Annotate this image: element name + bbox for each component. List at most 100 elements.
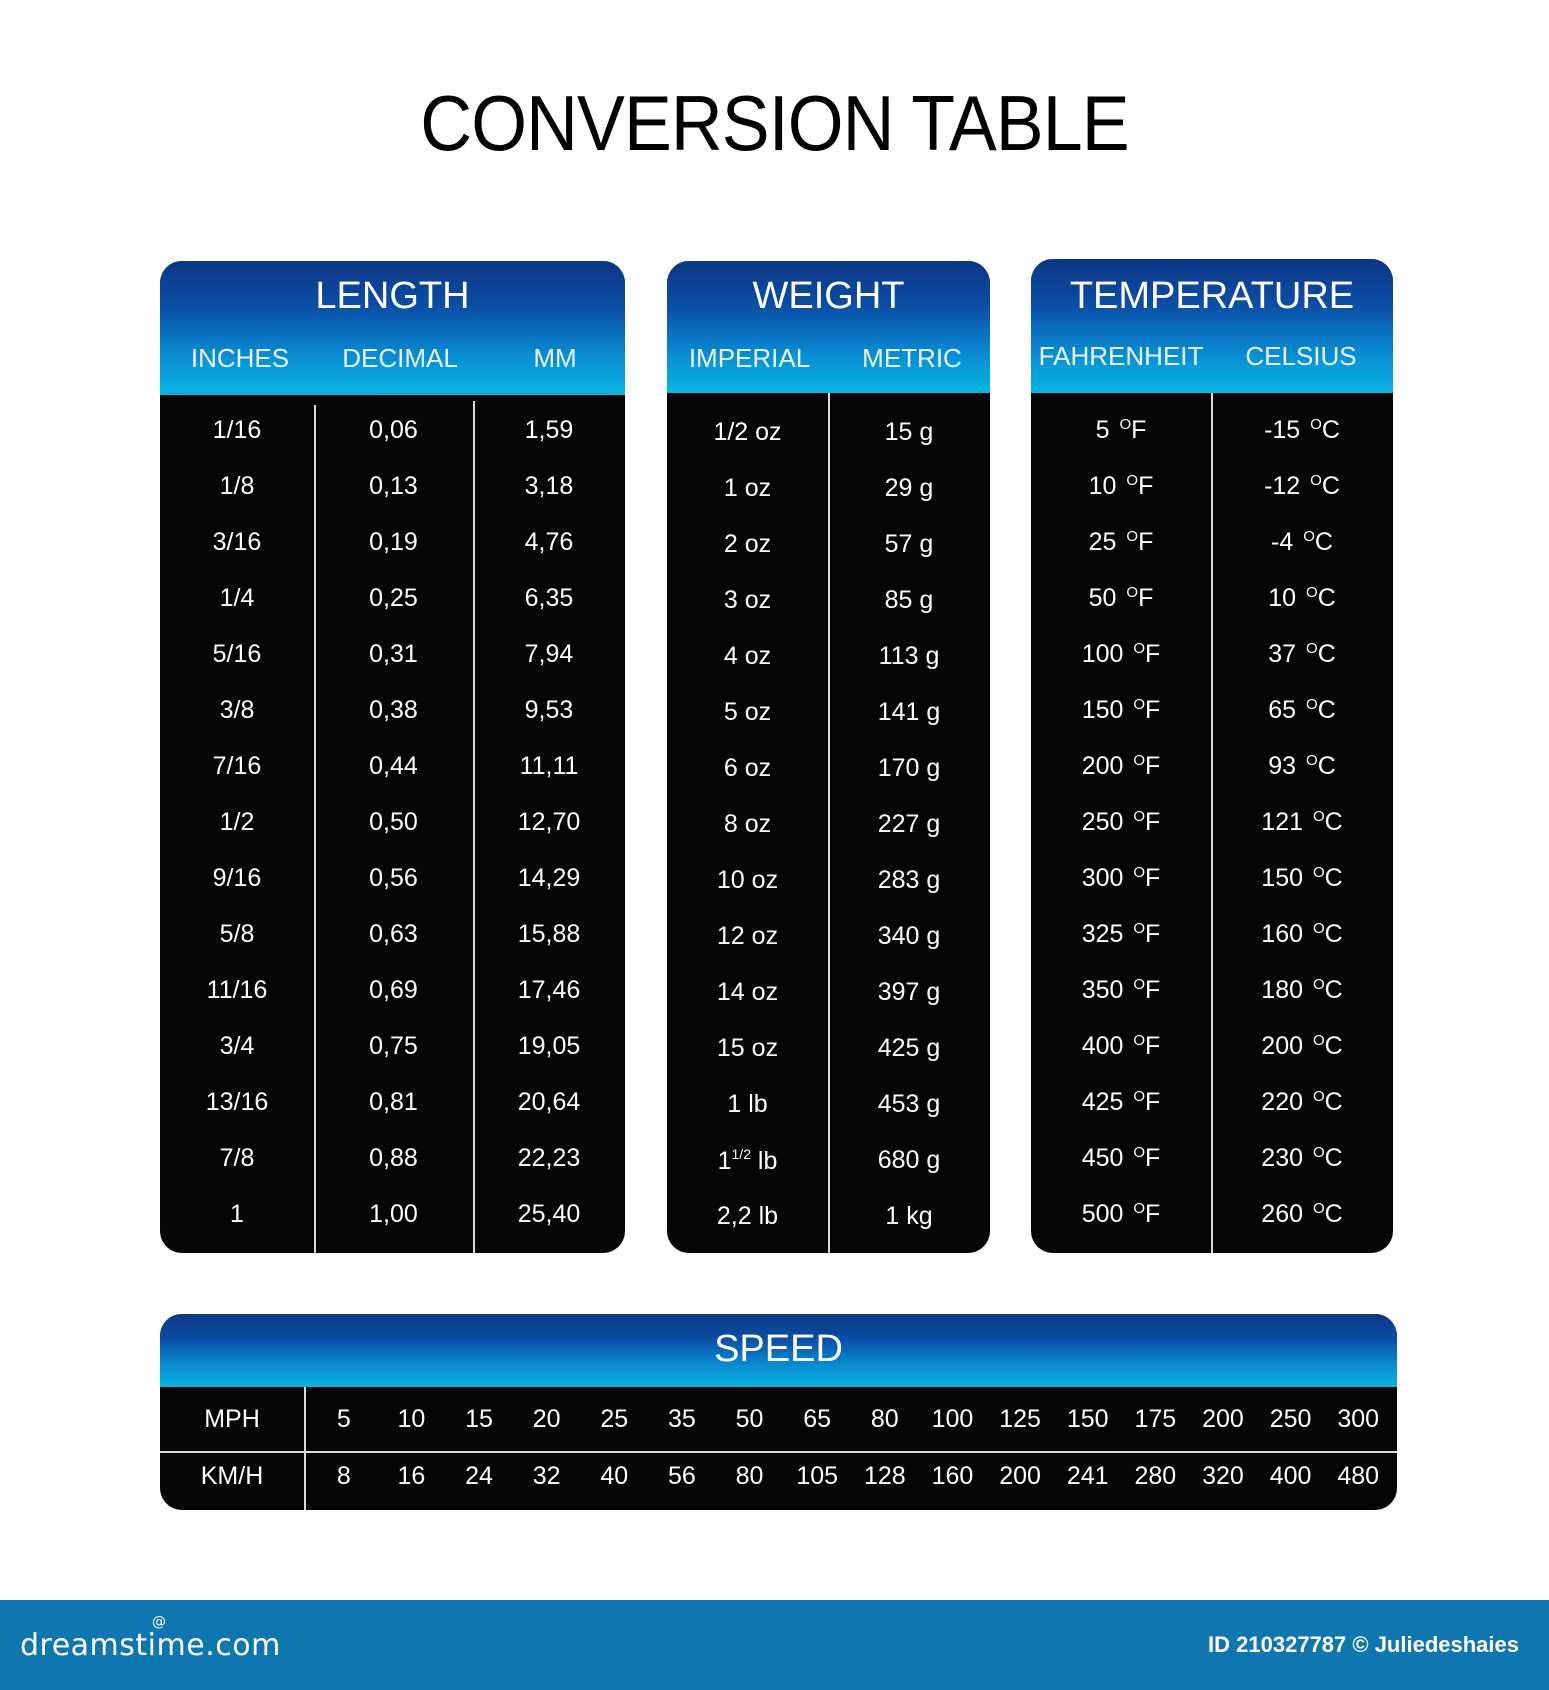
temp-fahrenheit-cell: 325 OF (1081, 920, 1161, 948)
weight-metric-cell: 283 g (877, 866, 941, 894)
temp-celsius-cell: 220 OC (1261, 1088, 1343, 1116)
speed-label-kmh: KM/H (200, 1462, 264, 1490)
speed-mph-cell: 125 (999, 1405, 1041, 1433)
speed-mph-cell: 250 (1269, 1405, 1312, 1433)
column-divider (304, 1387, 306, 1510)
speed-mph-cell: 80 (870, 1405, 899, 1433)
length-decimal-cell: 0,50 (369, 808, 418, 836)
weight-imperial-cell: 1/2 oz (713, 418, 782, 446)
swirl-icon: @ (152, 1614, 167, 1630)
temperature-header: TEMPERATURE FAHRENHEIT CELSIUS (1031, 259, 1393, 393)
speed-kmh-cell: 480 (1337, 1462, 1380, 1490)
footer-logo[interactable]: @ dreamstime.com (20, 1614, 281, 1663)
length-inches-cell: 9/16 (212, 864, 262, 892)
speed-mph-cell: 300 (1337, 1405, 1380, 1433)
speed-kmh-cell: 16 (397, 1462, 426, 1490)
temperature-panel: TEMPERATURE FAHRENHEIT CELSIUS 5 OF -15 O… (1031, 259, 1393, 1253)
length-mm-cell: 7,94 (524, 640, 574, 668)
length-decimal-cell: 0,44 (369, 752, 418, 780)
speed-mph-cell: 20 (532, 1405, 561, 1433)
temp-fahrenheit-cell: 100 OF (1081, 640, 1161, 668)
speed-kmh-cell: 32 (532, 1462, 561, 1490)
speed-kmh-cell: 280 (1134, 1462, 1177, 1490)
speed-mph-cell: 25 (600, 1405, 629, 1433)
temp-fahrenheit-cell: 200 OF (1081, 752, 1161, 780)
temp-celsius-cell: 65 OC (1268, 696, 1336, 724)
speed-mph-cell: 5 (336, 1405, 351, 1433)
length-decimal-cell: 0,56 (369, 864, 418, 892)
length-mm-cell: 20,64 (517, 1088, 581, 1116)
length-header: LENGTH INCHES DECIMAL MM (160, 261, 625, 395)
length-mm-cell: 12,70 (517, 808, 581, 836)
speed-kmh-cell: 241 (1066, 1462, 1109, 1490)
length-decimal-cell: 0,88 (369, 1144, 418, 1172)
length-decimal-cell: 0,81 (369, 1088, 418, 1116)
weight-metric-cell: 57 g (884, 530, 934, 558)
col-inches: INCHES (190, 343, 290, 373)
temp-celsius-cell: 260 OC (1261, 1200, 1343, 1228)
weight-imperial-cell: 3 oz (723, 586, 772, 614)
weight-imperial-cell: 6 oz (723, 754, 772, 782)
speed-mph-cell: 175 (1134, 1405, 1177, 1433)
speed-mph-cell: 10 (397, 1405, 426, 1433)
temp-fahrenheit-cell: 5 OF (1095, 416, 1147, 444)
temp-fahrenheit-cell: 425 OF (1081, 1088, 1161, 1116)
footer-credit: ID 210327787 © Juliedeshaies (1208, 1632, 1519, 1657)
weight-title: WEIGHT (752, 275, 905, 317)
weight-imperial-cell: 10 oz (716, 866, 779, 894)
weight-metric-cell: 680 g (877, 1146, 941, 1174)
length-mm-cell: 3,18 (524, 472, 574, 500)
speed-mph-cell: 200 (1202, 1405, 1244, 1433)
speed-header: SPEED (160, 1314, 1397, 1387)
row-divider (160, 1451, 1397, 1453)
temp-fahrenheit-cell: 10 OF (1088, 472, 1154, 500)
length-decimal-cell: 0,38 (369, 696, 418, 724)
temp-fahrenheit-cell: 150 OF (1081, 696, 1161, 724)
length-decimal-cell: 0,63 (369, 920, 418, 948)
weight-metric-cell: 425 g (877, 1034, 941, 1062)
temp-fahrenheit-cell: 50 OF (1088, 584, 1154, 612)
col-imperial: IMPERIAL (688, 343, 811, 373)
length-mm-cell: 25,40 (517, 1200, 581, 1228)
length-inches-cell: 3/8 (219, 696, 255, 724)
temp-celsius-cell: 150 OC (1261, 864, 1343, 892)
speed-kmh-cell: 24 (465, 1462, 493, 1490)
weight-imperial-cell: 2,2 lb (716, 1202, 779, 1230)
length-decimal-cell: 0,13 (369, 472, 418, 500)
speed-label-mph: MPH (204, 1405, 260, 1433)
weight-metric-cell: 15 g (884, 418, 934, 446)
length-inches-cell: 3/16 (212, 528, 262, 556)
weight-metric-cell: 85 g (884, 586, 934, 614)
temp-fahrenheit-cell: 450 OF (1081, 1144, 1161, 1172)
length-decimal-cell: 0,19 (369, 528, 418, 556)
length-inches-cell: 1/16 (212, 416, 262, 444)
speed-kmh-cell: 320 (1202, 1462, 1244, 1490)
weight-metric-cell: 170 g (877, 754, 941, 782)
temp-celsius-cell: 37 OC (1268, 640, 1336, 668)
weight-panel: WEIGHT IMPERIAL METRIC 1/2 oz 15 g 1 oz 29 … (667, 261, 990, 1253)
length-panel: LENGTH INCHES DECIMAL MM 1/16 0,06 1,59 1/8… (160, 261, 625, 1253)
length-mm-cell: 11,11 (519, 752, 579, 780)
length-decimal-cell: 0,31 (369, 640, 418, 668)
length-inches-cell: 7/8 (219, 1144, 255, 1172)
temp-celsius-cell: -15 OC (1264, 416, 1340, 444)
temp-fahrenheit-cell: 400 OF (1081, 1032, 1161, 1060)
temp-fahrenheit-cell: 250 OF (1081, 808, 1161, 836)
speed-mph-cell: 100 (931, 1405, 974, 1433)
length-inches-cell: 11/16 (206, 976, 268, 1004)
speed-kmh-cell: 400 (1269, 1462, 1312, 1490)
speed-mph-cell: 50 (735, 1405, 764, 1433)
weight-metric-cell: 453 g (877, 1090, 941, 1118)
weight-metric-cell: 227 g (877, 810, 941, 838)
length-inches-cell: 7/16 (212, 752, 262, 780)
temp-celsius-cell: -12 OC (1264, 472, 1340, 500)
speed-kmh-cell: 160 (931, 1462, 974, 1490)
length-inches-cell: 1/4 (219, 584, 255, 612)
weight-metric-cell: 340 g (877, 922, 941, 950)
speed-kmh-cell: 40 (600, 1462, 629, 1490)
temp-fahrenheit-cell: 500 OF (1081, 1200, 1161, 1228)
length-inches-cell: 13/16 (205, 1088, 269, 1116)
length-inches-cell: 1 (230, 1200, 244, 1228)
weight-metric-cell: 397 g (877, 978, 941, 1006)
length-inches-cell: 1/8 (219, 472, 255, 500)
